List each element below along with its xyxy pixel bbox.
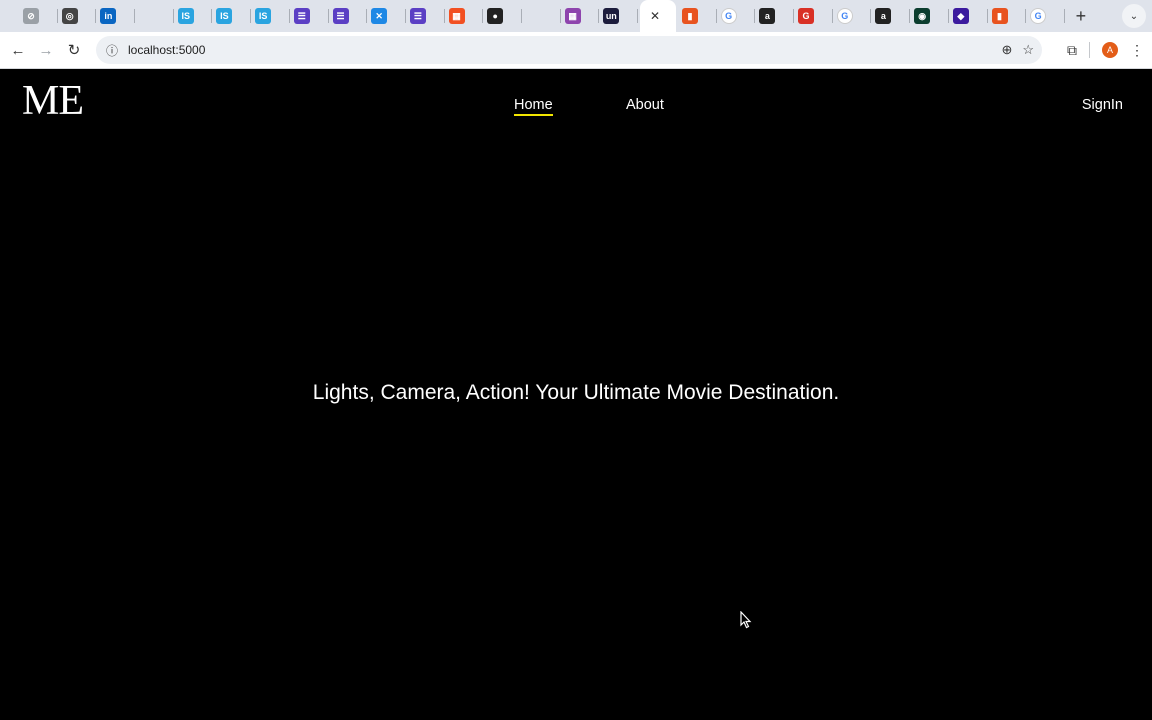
browser-tab[interactable]: ▮: [678, 0, 717, 32]
list-icon: ☰: [409, 8, 426, 24]
vscode-icon: ✕: [371, 8, 388, 24]
tab-list: ⊘ ◎ in IS IS IS ☰ ☰ ✕ ☰ ▦ ● ▦ un ✕ ▮ Ga G Ga ◉ ◆ ▮ G +: [0, 0, 1095, 32]
browser-tab[interactable]: in: [96, 0, 135, 32]
nav-signin-link[interactable]: SignIn: [1082, 97, 1123, 113]
browser-tab[interactable]: ◉: [910, 0, 949, 32]
browser-tab[interactable]: ▦: [445, 0, 484, 32]
browser-tab[interactable]: ☰: [406, 0, 445, 32]
is-icon: IS: [177, 8, 194, 24]
hero-tagline: Lights, Camera, Action! Your Ultimate Mo…: [312, 381, 840, 404]
url-text[interactable]: localhost:5000: [128, 43, 205, 57]
new-tab-button[interactable]: +: [1067, 2, 1095, 30]
browser-tab[interactable]: un: [599, 0, 638, 32]
blank-icon: [139, 8, 156, 24]
browser-tab[interactable]: [522, 0, 561, 32]
chevron-down-icon: ⌄: [1129, 10, 1139, 22]
leaf-icon: ◉: [914, 8, 931, 24]
diamond-icon: ◆: [952, 8, 969, 24]
google-icon: G: [1030, 8, 1047, 24]
bookmark-icon: ▮: [991, 8, 1008, 24]
nav-about-link[interactable]: About: [626, 97, 664, 113]
browser-tab[interactable]: [135, 0, 174, 32]
google-icon: G: [720, 8, 737, 24]
site-logo[interactable]: ME: [22, 80, 84, 122]
linkedin-icon: in: [100, 8, 117, 24]
browser-tab[interactable]: ⊘: [19, 0, 58, 32]
browser-tab[interactable]: ▦: [561, 0, 600, 32]
omnibox-actions: ⊕ ☆: [1001, 36, 1034, 64]
browser-tab[interactable]: G: [1026, 0, 1065, 32]
microsoft-icon: ▦: [448, 8, 465, 24]
extensions-icon[interactable]: ⧉: [1067, 42, 1077, 59]
blank-icon: [525, 8, 542, 24]
generic-icon: ⊘: [23, 8, 39, 24]
browser-tab[interactable]: a: [871, 0, 910, 32]
chatgpt-icon: ◎: [61, 8, 78, 24]
tab-strip: ⊘ ◎ in IS IS IS ☰ ☰ ✕ ☰ ▦ ● ▦ un ✕ ▮ Ga G Ga ◉ ◆ ▮ G + ⌄: [0, 0, 1152, 32]
browser-toolbar: ← → ↻ ⓘ localhost:5000 ⊕ ☆ ⧉ A ⋮: [0, 32, 1152, 69]
list-icon: ☰: [332, 8, 349, 24]
amazon-icon: a: [875, 8, 892, 24]
browser-tab[interactable]: IS: [251, 0, 290, 32]
grid-icon: ▦: [564, 8, 581, 24]
tab-search-button[interactable]: ⌄: [1122, 4, 1146, 28]
more-menu-icon[interactable]: ⋮: [1130, 42, 1144, 59]
arrow-left-icon: ←: [10, 41, 26, 59]
browser-tab[interactable]: ▮: [988, 0, 1027, 32]
google-icon: G: [836, 8, 853, 24]
address-bar[interactable]: ⓘ localhost:5000 ⊕ ☆: [96, 36, 1042, 64]
reload-icon: ↻: [67, 42, 81, 59]
browser-tab[interactable]: ☰: [290, 0, 329, 32]
active-browser-tab[interactable]: ✕: [640, 0, 676, 32]
is-icon: IS: [216, 8, 233, 24]
browser-tab[interactable]: G: [717, 0, 756, 32]
nav-home-link[interactable]: Home: [514, 97, 553, 116]
browser-tab[interactable]: IS: [174, 0, 213, 32]
arrow-right-icon: →: [38, 41, 54, 59]
back-button[interactable]: ←: [4, 36, 32, 64]
browser-tab[interactable]: ◆: [949, 0, 988, 32]
bookmark-icon: ▮: [682, 8, 698, 24]
forward-button[interactable]: →: [32, 36, 60, 64]
browser-tab[interactable]: G: [833, 0, 872, 32]
site-info-icon[interactable]: ⓘ: [98, 42, 126, 59]
g-icon: G: [798, 8, 815, 24]
mouse-cursor-icon: [740, 611, 752, 629]
close-icon[interactable]: ✕: [650, 9, 660, 23]
browser-tab[interactable]: ●: [483, 0, 522, 32]
browser-tab[interactable]: G: [794, 0, 833, 32]
is-icon: IS: [255, 8, 272, 24]
browser-tab[interactable]: ✕: [367, 0, 406, 32]
bookmark-star-icon[interactable]: ☆: [1022, 42, 1034, 58]
profile-avatar[interactable]: A: [1102, 42, 1118, 58]
zoom-icon[interactable]: ⊕: [1001, 42, 1012, 58]
browser-tab[interactable]: ☰: [329, 0, 368, 32]
github-icon: ●: [487, 8, 504, 24]
browser-tab[interactable]: ◎: [58, 0, 97, 32]
browser-tab[interactable]: a: [755, 0, 794, 32]
toolbar-actions: ⧉ A ⋮: [1067, 36, 1144, 64]
un-icon: un: [603, 8, 620, 24]
browser-tab[interactable]: IS: [212, 0, 251, 32]
reload-button[interactable]: ↻: [60, 36, 88, 64]
amazon-icon: a: [759, 8, 776, 24]
page-content: ME Home About SignIn Lights, Camera, Act…: [0, 70, 1152, 720]
toolbar-divider: [1089, 42, 1090, 58]
list-icon: ☰: [293, 8, 310, 24]
